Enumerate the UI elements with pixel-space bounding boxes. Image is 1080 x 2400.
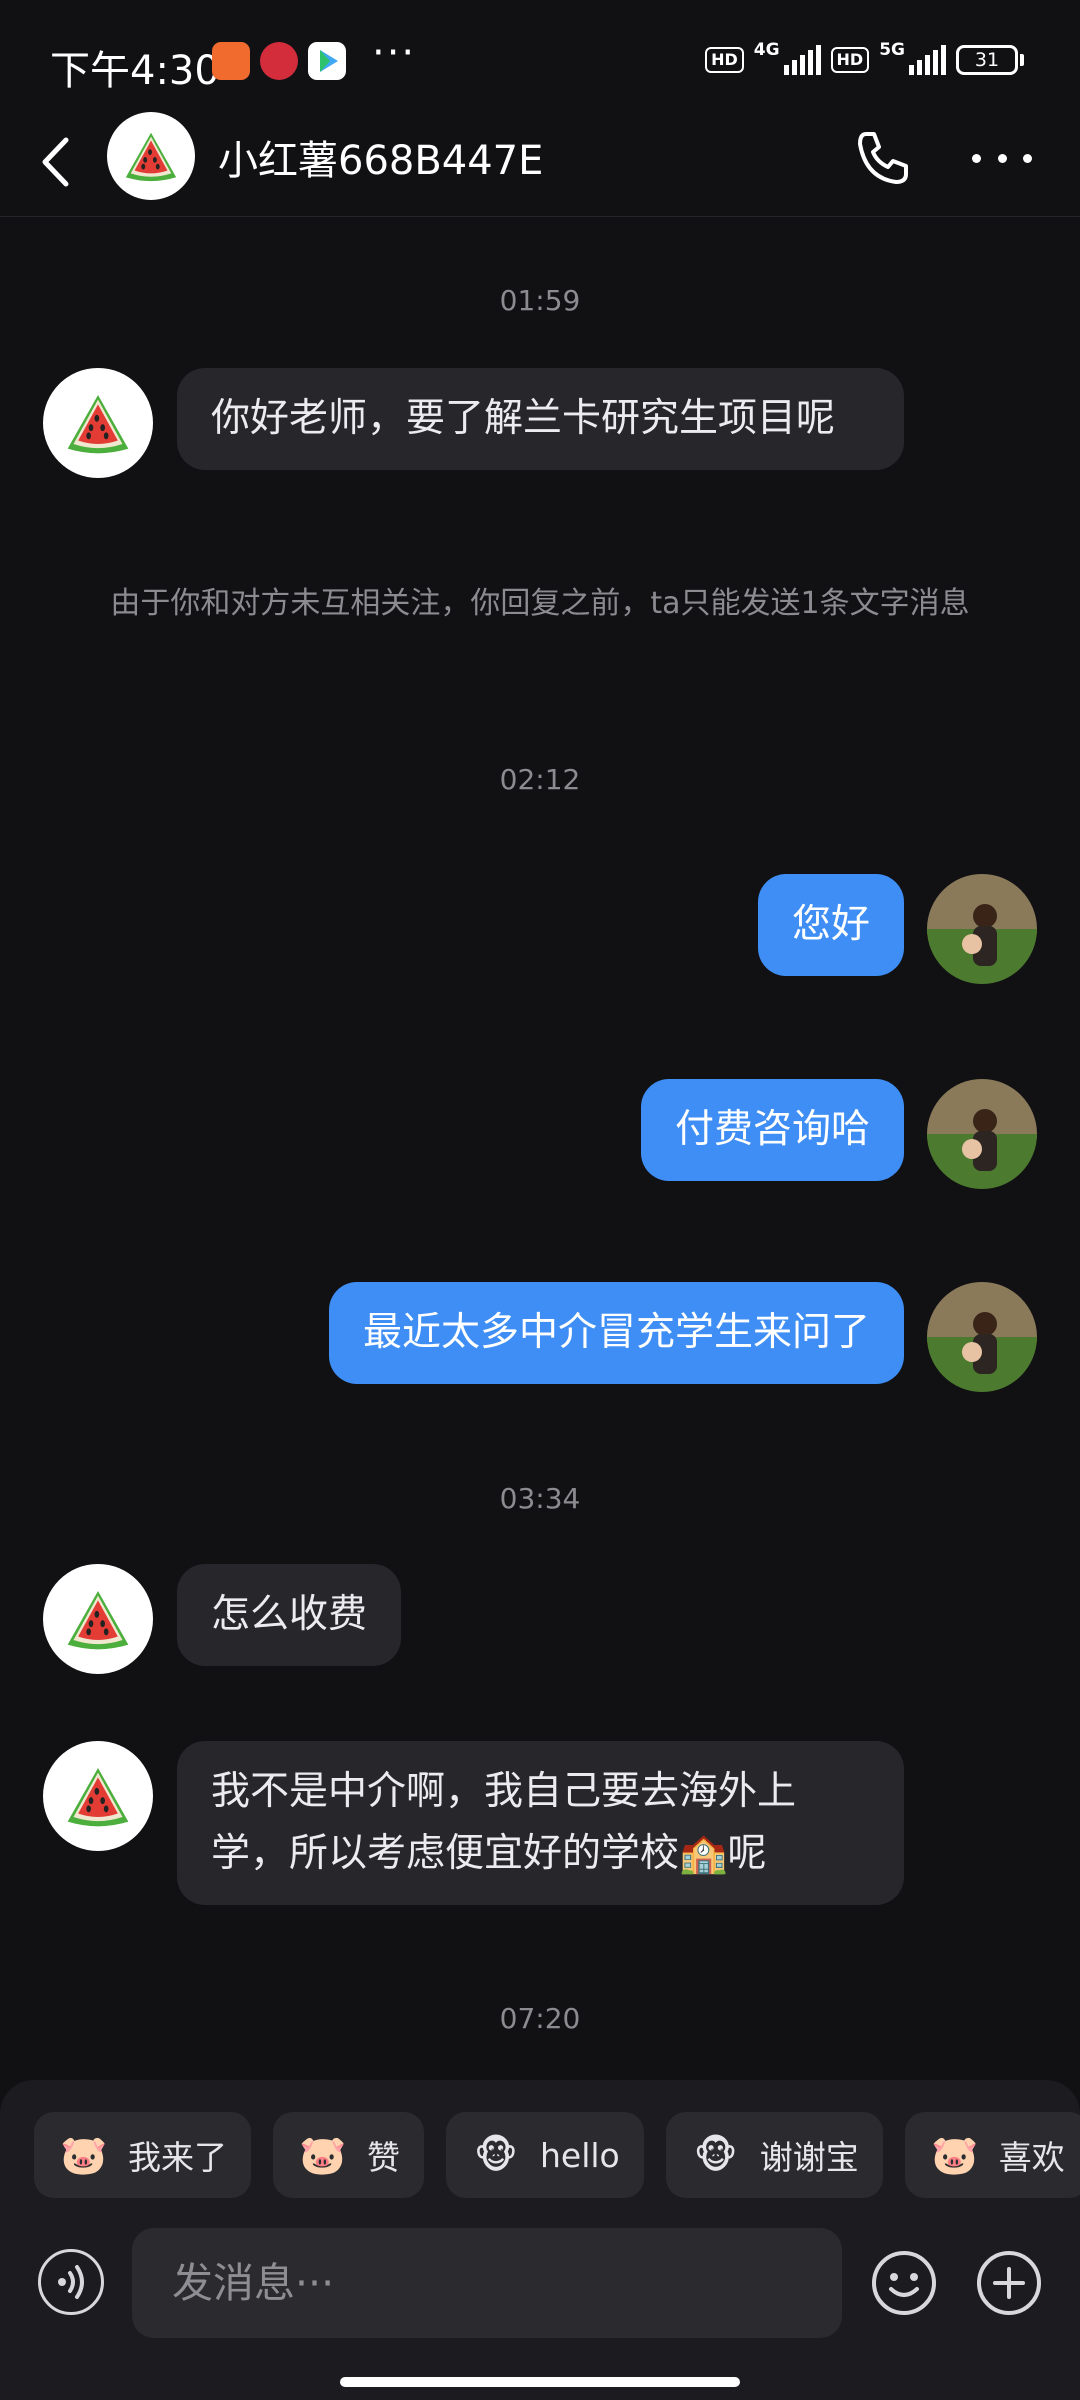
voice-input-button[interactable] xyxy=(38,2249,104,2315)
contact-avatar[interactable] xyxy=(43,368,153,478)
smiley-icon xyxy=(872,2251,936,2315)
voice-icon xyxy=(58,2265,84,2299)
quick-reply-chip[interactable]: 🐷 喜欢 xyxy=(904,2112,1080,2198)
quick-reply-chip[interactable]: 🐵 谢谢宝 xyxy=(665,2112,883,2198)
watermelon-icon xyxy=(67,395,129,454)
timestamp: 02:12 xyxy=(499,763,581,796)
network-type: 5G xyxy=(879,40,905,60)
quick-reply-label: 我来了 xyxy=(128,2138,227,2177)
battery-level: 31 xyxy=(956,45,1018,75)
contact-avatar[interactable] xyxy=(107,112,195,200)
monkey-sticker-icon: 🐵 xyxy=(693,2133,738,2177)
pig-sticker-icon: 🐷 xyxy=(60,2132,108,2177)
message-bubble[interactable]: 你好老师，要了解兰卡研究生项目呢 xyxy=(177,368,904,470)
compose-bar: 🐷 我来了 🐷 赞 🐵 hello 🐵 谢谢宝 🐷 喜欢 xyxy=(0,2080,1080,2400)
timestamp: 07:20 xyxy=(499,2002,581,2035)
quick-reply-label: 喜欢 xyxy=(998,2138,1065,2177)
message-bubble[interactable]: 您好 xyxy=(757,874,904,976)
status-bar: 下午4:30 ··· HD 4G HD 5G 31 xyxy=(0,0,1080,120)
timestamp: 01:59 xyxy=(499,284,581,317)
message-input[interactable] xyxy=(132,2228,842,2338)
status-time: 下午4:30 xyxy=(50,48,220,94)
phone-icon xyxy=(858,132,908,184)
quick-reply-label: hello xyxy=(540,2135,620,2175)
pig-sticker-icon: 🐷 xyxy=(299,2132,347,2177)
call-button[interactable] xyxy=(852,128,912,188)
quick-reply-list: 🐷 我来了 🐷 赞 🐵 hello 🐵 谢谢宝 🐷 喜欢 xyxy=(34,2112,1080,2198)
monkey-sticker-icon: 🐵 xyxy=(474,2133,518,2177)
contact-avatar[interactable] xyxy=(43,1741,153,1851)
more-notifications-icon: ··· xyxy=(372,30,417,76)
message-bubble[interactable]: 付费咨询哈 xyxy=(640,1079,904,1181)
back-button[interactable] xyxy=(40,130,90,194)
contact-name: 小红薯668B447E xyxy=(218,138,544,184)
plus-icon xyxy=(977,2251,1041,2315)
more-actions-button[interactable] xyxy=(975,2249,1043,2317)
emoji-button[interactable] xyxy=(870,2249,938,2317)
app-notification-icon xyxy=(260,42,298,80)
quick-reply-label: 赞 xyxy=(367,2138,400,2177)
watermelon-icon xyxy=(67,1768,129,1827)
battery-icon: 31 xyxy=(956,45,1024,75)
quick-reply-chip[interactable]: 🐷 我来了 xyxy=(34,2112,251,2198)
system-notice: 由于你和对方未互相关注，你回复之前，ta只能发送1条文字消息 xyxy=(110,586,970,621)
quick-reply-label: 谢谢宝 xyxy=(759,2138,859,2177)
quick-reply-chip[interactable]: 🐵 hello xyxy=(446,2112,644,2198)
contact-avatar[interactable] xyxy=(43,1564,153,1674)
user-avatar[interactable] xyxy=(927,874,1037,984)
message-bubble[interactable]: 最近太多中介冒充学生来问了 xyxy=(328,1282,904,1384)
signal-icon xyxy=(909,45,946,75)
watermelon-icon xyxy=(125,132,177,182)
status-indicators: HD 4G HD 5G 31 xyxy=(705,40,1024,80)
pig-sticker-icon: 🐷 xyxy=(931,2132,979,2177)
hd-badge: HD xyxy=(705,47,744,73)
home-indicator[interactable] xyxy=(340,2377,740,2387)
message-bubble[interactable]: 我不是中介啊，我自己要去海外上学，所以考虑便宜好的学校🏫呢 xyxy=(177,1741,904,1905)
network-type: 4G xyxy=(753,40,780,60)
timestamp: 03:34 xyxy=(499,1482,581,1515)
user-avatar[interactable] xyxy=(927,1079,1037,1189)
chevron-left-icon xyxy=(42,137,69,187)
signal-icon xyxy=(783,45,821,75)
hd-badge: HD xyxy=(830,47,870,73)
user-avatar[interactable] xyxy=(927,1282,1037,1392)
message-bubble[interactable]: 怎么收费 xyxy=(177,1564,402,1666)
chat-header: 小红薯668B447E xyxy=(0,110,1080,217)
watermelon-icon xyxy=(67,1591,129,1650)
more-options-button[interactable] xyxy=(972,146,1032,170)
play-store-icon xyxy=(308,42,346,80)
quick-reply-chip[interactable]: 🐷 赞 xyxy=(273,2112,424,2198)
app-notification-icon xyxy=(212,42,250,80)
